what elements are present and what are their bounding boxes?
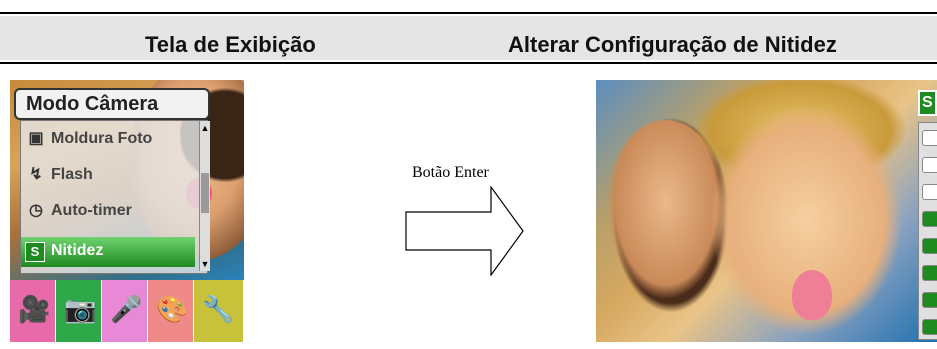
portrait-frame-icon: ▣ [28, 130, 44, 147]
photo-detail [792, 270, 832, 320]
sharpness-level-bar [922, 237, 937, 254]
sharpness-level-bar [922, 318, 937, 335]
sharpness-badge: S [918, 90, 937, 116]
comparison-header: Tela de Exibição Alterar Configuração de… [0, 12, 937, 64]
microphone-icon: 🎤 [110, 294, 143, 324]
sharpness-preview-screen [596, 80, 937, 342]
sharpness-level-bar [922, 156, 937, 173]
mode-tab-bar: 🎥 📷 🎤 🎨 🔧 [10, 280, 244, 342]
tools-icon: 🔧 [202, 294, 235, 324]
voice-mode-tab[interactable]: 🎤 [102, 280, 148, 342]
menu-title-bar: Modo Câmera [14, 88, 210, 120]
menu-item-nitidez[interactable]: S Nitidez [21, 237, 195, 267]
camera-mode-menu: Modo Câmera ▣ Moldura Foto ↯ Flash ◷ Aut… [14, 88, 214, 276]
palette-icon: 🎨 [156, 294, 189, 324]
camera-display-screen: Modo Câmera ▣ Moldura Foto ↯ Flash ◷ Aut… [10, 80, 244, 342]
settings-tab[interactable]: 🔧 [194, 280, 244, 342]
scroll-down-icon[interactable]: ▼ [200, 259, 210, 269]
sharpness-level-bar [922, 129, 937, 146]
menu-item-label: Nitidez [51, 242, 104, 259]
menu-item-moldura-foto[interactable]: ▣ Moldura Foto [27, 125, 197, 155]
menu-item-label: Moldura Foto [51, 130, 153, 147]
sharpness-level-bar [922, 291, 937, 308]
camera-mode-tab[interactable]: 📷 [56, 280, 102, 342]
timer-icon: ◷ [29, 202, 43, 219]
sharpness-icon: S [25, 242, 45, 262]
scroll-thumb[interactable] [201, 173, 209, 213]
transition-label: Botão Enter [412, 164, 489, 181]
menu-item-flash[interactable]: ↯ Flash [27, 161, 197, 191]
menu-item-auto-timer[interactable]: ◷ Auto-timer [27, 197, 197, 227]
left-column-title: Tela de Exibição [145, 32, 316, 57]
sharpness-level-panel: S [918, 82, 937, 340]
effects-tab[interactable]: 🎨 [148, 280, 194, 342]
menu-item-label: Flash [51, 166, 93, 183]
menu-scrollbar[interactable]: ▲ ▼ [199, 121, 210, 271]
sharpness-level-bar [922, 264, 937, 281]
menu-title: Modo Câmera [26, 93, 159, 115]
right-arrow-icon [405, 186, 524, 276]
scroll-up-icon[interactable]: ▲ [200, 123, 210, 133]
camcorder-icon: 🎥 [18, 294, 51, 324]
menu-item-label: Auto-timer [51, 202, 132, 219]
sharpness-level-bar [922, 183, 937, 200]
camera-icon: 📷 [64, 294, 97, 324]
sharpness-level-bar [922, 210, 937, 227]
right-column-title: Alterar Configuração de Nitidez [508, 32, 837, 57]
sharpness-level-meter[interactable] [918, 122, 937, 340]
video-mode-tab[interactable]: 🎥 [10, 280, 56, 342]
menu-list: ▣ Moldura Foto ↯ Flash ◷ Auto-timer S Ni… [20, 120, 210, 274]
flash-icon: ↯ [29, 166, 43, 183]
